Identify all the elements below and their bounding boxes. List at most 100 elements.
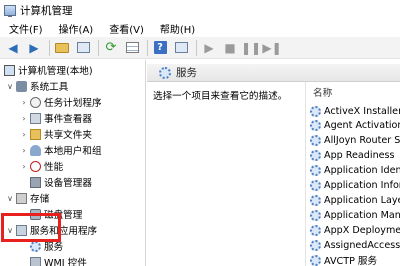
- restart-service-icon[interactable]: ▶❚: [262, 40, 281, 56]
- gear-icon: [310, 194, 321, 206]
- service-row[interactable]: Application Infor: [310, 177, 400, 193]
- toolbar-divider: [196, 39, 197, 56]
- refresh-icon[interactable]: ⟳: [102, 40, 120, 56]
- tree-label: 计算机管理(本地): [18, 66, 93, 77]
- tree-label: 事件查看器: [44, 114, 92, 125]
- toolbar-divider: [147, 39, 148, 56]
- service-name: AssignedAccessM: [324, 239, 400, 251]
- tree-label: 存储: [30, 194, 50, 205]
- gear-icon: [310, 224, 321, 236]
- gear-icon: [310, 149, 321, 161]
- menu-help[interactable]: 帮助(H): [151, 21, 202, 36]
- service-name: AVCTP 服务: [324, 256, 378, 266]
- services-pane: 服务 选择一个项目来查看它的描述。 名称 ActiveX Installer (…: [147, 60, 400, 266]
- wmi-icon: [30, 256, 41, 266]
- tree-item-shared-folders[interactable]: › 共享文件夹: [20, 126, 92, 142]
- gear-icon: [310, 119, 321, 131]
- service-row[interactable]: Agent Activation: [310, 117, 400, 133]
- export-list-icon[interactable]: [123, 40, 141, 56]
- tree-label: 共享文件夹: [44, 130, 92, 141]
- service-row[interactable]: AppX Deployment: [310, 222, 400, 238]
- gear-icon: [310, 254, 321, 266]
- service-name: Agent Activation: [324, 119, 400, 131]
- up-folder-icon[interactable]: [53, 40, 71, 56]
- service-name: AllJoyn Router Se: [324, 134, 400, 146]
- computer-icon: [4, 64, 15, 76]
- tools-icon: [16, 80, 27, 92]
- menu-action[interactable]: 操作(A): [50, 21, 101, 36]
- menu-file[interactable]: 文件(F): [0, 21, 50, 36]
- services-header: 服务: [147, 64, 400, 82]
- collapse-arrow-icon[interactable]: ∨: [6, 194, 14, 203]
- tree-item-device-manager[interactable]: 设备管理器: [28, 174, 92, 190]
- service-name: AppX Deployment: [324, 224, 400, 236]
- service-row[interactable]: Application Ident: [310, 162, 400, 178]
- properties-icon[interactable]: [172, 40, 190, 56]
- gear-icon: [159, 66, 171, 79]
- toolbar: ◀ ▶ ⟳ ? ▶ ■ ❚❚ ▶❚: [0, 37, 400, 59]
- expand-arrow-icon[interactable]: ›: [20, 98, 28, 107]
- menu-bar: 文件(F) 操作(A) 查看(V) 帮助(H): [0, 20, 400, 37]
- collapse-arrow-icon[interactable]: ∨: [6, 82, 14, 91]
- highlight-annotation: [1, 213, 61, 242]
- expand-arrow-icon[interactable]: ›: [20, 114, 28, 123]
- service-name: Application Ident: [324, 164, 400, 176]
- menu-view[interactable]: 查看(V): [100, 21, 151, 36]
- device-manager-icon: [30, 176, 41, 188]
- tree-label: 设备管理器: [44, 178, 92, 189]
- tree-item-event-viewer[interactable]: › 事件查看器: [20, 110, 92, 126]
- tree-item-performance[interactable]: › 性能: [20, 158, 63, 174]
- tree-item-task-scheduler[interactable]: › 任务计划程序: [20, 94, 102, 110]
- tree-item-system-tools[interactable]: ∨ 系统工具: [6, 78, 68, 94]
- tree-label: 性能: [44, 162, 64, 173]
- service-row[interactable]: Application Layer: [310, 192, 400, 208]
- forward-icon[interactable]: ▶: [25, 40, 43, 56]
- service-row[interactable]: AllJoyn Router Se: [310, 132, 400, 148]
- gear-icon: [310, 209, 321, 221]
- stop-service-icon[interactable]: ■: [221, 40, 239, 56]
- gear-icon: [310, 134, 321, 146]
- storage-icon: [16, 192, 27, 204]
- service-name: Application Infor: [324, 179, 400, 191]
- tree-item-wmi[interactable]: WMI 控件: [28, 254, 87, 266]
- service-row[interactable]: App Readiness: [310, 147, 395, 163]
- service-name: ActiveX Installer (: [324, 105, 400, 117]
- service-name: App Readiness: [324, 149, 395, 161]
- toolbar-divider: [49, 39, 50, 56]
- shared-folder-icon: [30, 128, 41, 140]
- tree-label: WMI 控件: [44, 258, 87, 266]
- expand-arrow-icon[interactable]: ›: [20, 130, 28, 139]
- tree-item-storage[interactable]: ∨ 存储: [6, 190, 49, 206]
- help-icon[interactable]: ?: [151, 40, 169, 56]
- show-hide-tree-icon[interactable]: [74, 40, 92, 56]
- back-icon[interactable]: ◀: [4, 40, 22, 56]
- pause-service-icon[interactable]: ❚❚: [241, 40, 261, 56]
- users-icon: [30, 144, 41, 156]
- gear-icon: [310, 239, 321, 251]
- expand-arrow-icon[interactable]: ›: [20, 162, 28, 171]
- description-text: 选择一个项目来查看它的描述。: [153, 91, 288, 102]
- column-divider: [305, 82, 306, 266]
- tree-label: 系统工具: [30, 82, 69, 93]
- gear-icon: [30, 240, 41, 252]
- gear-icon: [310, 164, 321, 176]
- performance-icon: [30, 160, 41, 172]
- expand-arrow-icon[interactable]: ›: [20, 146, 28, 155]
- gear-icon: [310, 105, 321, 117]
- window-title: 计算机管理: [20, 4, 73, 17]
- tree-label: 任务计划程序: [44, 98, 102, 109]
- service-row[interactable]: Application Mana: [310, 207, 400, 223]
- computer-management-icon: [4, 4, 16, 17]
- gear-icon: [310, 179, 321, 191]
- toolbar-divider: [98, 39, 99, 56]
- tree-item-root[interactable]: 计算机管理(本地): [2, 62, 93, 78]
- service-name: Application Mana: [324, 209, 400, 221]
- tree-label: 本地用户和组: [44, 146, 102, 157]
- service-row[interactable]: AssignedAccessM: [310, 237, 400, 253]
- event-viewer-icon: [30, 112, 41, 124]
- start-service-icon[interactable]: ▶: [200, 40, 218, 56]
- service-row[interactable]: AVCTP 服务: [310, 252, 377, 266]
- clock-icon: [30, 96, 41, 108]
- column-header-name[interactable]: 名称: [313, 85, 332, 99]
- tree-item-local-users[interactable]: › 本地用户和组: [20, 142, 102, 158]
